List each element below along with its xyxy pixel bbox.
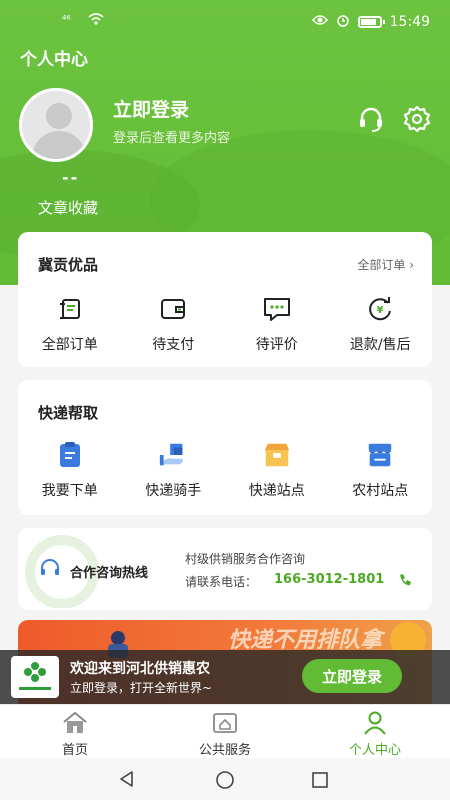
- wifi-icon: [88, 12, 104, 30]
- alarm-icon: [336, 13, 350, 31]
- clipboard-icon: [55, 440, 85, 470]
- promo-subtext: 立即登录，打开全新世界~: [70, 681, 213, 695]
- avatar[interactable]: [19, 88, 93, 162]
- app-logo: [11, 656, 59, 698]
- order-item-refund[interactable]: ¥ 退款/售后: [329, 294, 433, 354]
- login-link[interactable]: 立即登录: [113, 95, 189, 122]
- order-item-pending-payment[interactable]: 待支付: [122, 294, 226, 354]
- express-item-station[interactable]: 快递站点: [225, 440, 329, 500]
- express-item-courier[interactable]: 快递骑手: [122, 440, 226, 500]
- hotline-title: 合作咨询热线: [70, 566, 149, 581]
- order-item-label: 待评价: [255, 337, 298, 353]
- refund-icon: ¥: [365, 294, 395, 324]
- hotline-description: 村级供销服务合作咨询: [185, 552, 306, 566]
- page-title: 个人中心: [20, 50, 88, 70]
- order-item-label: 全部订单: [41, 337, 98, 353]
- express-item-rural-station[interactable]: 农村站点: [329, 440, 433, 500]
- order-list-icon: [55, 294, 85, 324]
- orders-card-title: 冀贡优品: [38, 256, 99, 274]
- all-orders-link[interactable]: 全部订单 ›: [357, 256, 414, 273]
- collect-label[interactable]: 文章收藏: [38, 197, 98, 218]
- orders-card: 冀贡优品 全部订单 › 全部订单 待支付 待评价 ¥ 退款/售后: [18, 232, 432, 367]
- orders-grid: 全部订单 待支付 待评价 ¥ 退款/售后: [18, 294, 432, 354]
- order-item-pending-review[interactable]: 待评价: [225, 294, 329, 354]
- status-bar: ⁴⁶ 15:49: [0, 0, 450, 44]
- express-item-place-order[interactable]: 我要下单: [18, 440, 122, 500]
- tab-home[interactable]: 首页: [0, 705, 150, 758]
- headset-icon: [39, 559, 61, 583]
- back-icon[interactable]: [118, 770, 136, 792]
- tab-label: 公共服务: [198, 743, 251, 758]
- recents-icon[interactable]: [311, 771, 329, 793]
- eye-icon: [311, 14, 328, 30]
- gear-icon[interactable]: [402, 104, 432, 134]
- home-icon: [61, 711, 89, 735]
- tab-profile[interactable]: 个人中心: [300, 705, 450, 758]
- order-item-label: 待支付: [152, 337, 195, 353]
- order-item-label: 退款/售后: [349, 337, 411, 353]
- hotline-phone-label: 请联系电话：: [185, 575, 258, 589]
- comment-icon: [262, 294, 292, 324]
- hotline-phone-number[interactable]: 166-3012-1801: [274, 572, 384, 587]
- express-item-label: 快递站点: [248, 483, 305, 499]
- wallet-icon: [158, 294, 188, 324]
- person-icon: [361, 711, 389, 735]
- bottom-tab-bar: 首页 公共服务 个人中心: [0, 704, 450, 758]
- tab-public-service[interactable]: 公共服务: [150, 705, 300, 758]
- clock-time: 15:49: [389, 14, 430, 30]
- promo-login-button[interactable]: 立即登录: [302, 659, 402, 693]
- tab-label: 首页: [61, 743, 88, 758]
- collect-count: --: [62, 168, 80, 187]
- order-item-all[interactable]: 全部订单: [18, 294, 122, 354]
- service-icon: [211, 711, 239, 735]
- express-grid: 我要下单 快递骑手 快递站点 农村站点: [18, 440, 432, 500]
- battery-icon: [357, 16, 385, 28]
- courier-icon: [158, 440, 188, 470]
- login-subtitle: 登录后查看更多内容: [113, 131, 231, 146]
- system-nav-bar: [0, 758, 450, 800]
- express-card-title: 快递帮取: [38, 404, 99, 422]
- parcel-station-icon: [262, 440, 292, 470]
- promo-welcome-text: 欢迎来到河北供销惠农: [70, 661, 210, 677]
- login-promo-bar: 欢迎来到河北供销惠农 立即登录，打开全新世界~ 立即登录: [0, 650, 450, 704]
- svg-text:¥: ¥: [377, 305, 384, 316]
- rural-station-icon: [365, 440, 395, 470]
- signal-indicator: ⁴⁶: [62, 13, 71, 26]
- hotline-card[interactable]: 合作咨询热线 村级供销服务合作咨询 请联系电话： 166-3012-1801: [18, 528, 432, 610]
- express-card: 快递帮取 我要下单 快递骑手 快递站点 农村站点: [18, 380, 432, 515]
- tab-label: 个人中心: [348, 743, 401, 758]
- express-item-label: 农村站点: [352, 483, 409, 499]
- phone-icon[interactable]: [398, 572, 412, 591]
- headset-icon[interactable]: [356, 104, 386, 134]
- express-item-label: 我要下单: [41, 483, 98, 499]
- express-item-label: 快递骑手: [145, 483, 202, 499]
- home-nav-icon[interactable]: [215, 770, 235, 794]
